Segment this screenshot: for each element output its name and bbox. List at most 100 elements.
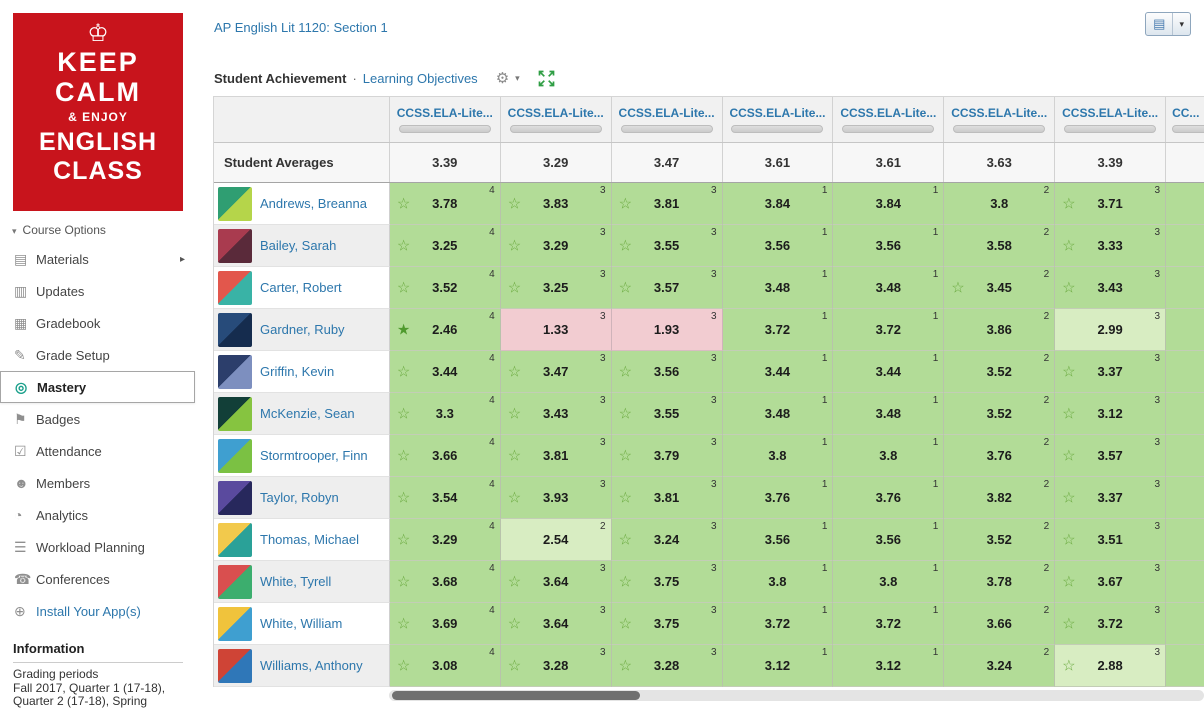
mastery-score-cell[interactable]: ☆3.433 (501, 393, 612, 435)
mastery-score-cell[interactable]: 3.81 (833, 435, 944, 477)
mastery-star-icon[interactable]: ☆ (508, 448, 521, 463)
mastery-score-cell[interactable]: 3.561 (723, 519, 834, 561)
mastery-star-icon[interactable]: ☆ (397, 280, 410, 295)
mastery-score-cell[interactable]: ☆3.294 (390, 519, 501, 561)
mastery-star-icon[interactable]: ☆ (397, 448, 410, 463)
mastery-score-cell[interactable]: ☆3.253 (501, 267, 612, 309)
mastery-score-cell[interactable]: ☆3.563 (612, 351, 723, 393)
mastery-score-cell[interactable] (1166, 435, 1204, 477)
sidebar-item-materials[interactable]: ▤Materials▸ (0, 243, 195, 275)
mastery-score-cell[interactable]: ☆3.793 (612, 435, 723, 477)
column-header-link[interactable]: CCSS.ELA-Lite... (619, 106, 715, 120)
course-options-toggle[interactable]: ▾Course Options (12, 223, 213, 237)
mastery-score-cell[interactable]: 3.481 (723, 393, 834, 435)
mastery-score-cell[interactable]: ☆3.373 (1055, 351, 1166, 393)
mastery-score-cell[interactable] (1166, 309, 1204, 351)
mastery-star-icon[interactable]: ☆ (508, 616, 521, 631)
mastery-star-icon[interactable]: ☆ (397, 616, 410, 631)
mastery-star-icon[interactable]: ☆ (619, 616, 632, 631)
sidebar-item-analytics[interactable]: ◔Analytics (0, 499, 195, 531)
mastery-score-cell[interactable]: 3.721 (723, 309, 834, 351)
sidebar-item-mastery[interactable]: ◎Mastery (0, 371, 195, 403)
mastery-score-cell[interactable]: ☆3.753 (612, 561, 723, 603)
mastery-score-cell[interactable]: ☆3.283 (612, 645, 723, 687)
mastery-score-cell[interactable]: ☆3.333 (1055, 225, 1166, 267)
mastery-score-cell[interactable]: ☆3.283 (501, 645, 612, 687)
gear-icon[interactable]: ⚙ (496, 69, 509, 87)
mastery-score-cell[interactable]: ☆3.694 (390, 603, 501, 645)
mastery-score-cell[interactable] (1166, 267, 1204, 309)
student-name-link[interactable]: Andrews, Breanna (260, 196, 367, 211)
student-name-link[interactable]: Thomas, Michael (260, 532, 359, 547)
mastery-score-cell[interactable]: ☆3.373 (1055, 477, 1166, 519)
sidebar-item-updates[interactable]: ▥Updates (0, 275, 195, 307)
mastery-score-cell[interactable]: ☆3.524 (390, 267, 501, 309)
mastery-score-cell[interactable]: ☆3.813 (612, 183, 723, 225)
mastery-score-cell[interactable]: ☆3.673 (1055, 561, 1166, 603)
mastery-score-cell[interactable]: 2.542 (501, 519, 612, 561)
horizontal-scrollbar[interactable] (389, 690, 1204, 701)
mastery-score-cell[interactable]: 3.82 (944, 183, 1055, 225)
mastery-star-icon[interactable]: ☆ (1062, 574, 1075, 589)
mastery-score-cell[interactable]: 3.762 (944, 435, 1055, 477)
mastery-score-cell[interactable]: 3.121 (723, 645, 834, 687)
mastery-star-icon[interactable]: ☆ (619, 448, 632, 463)
mastery-star-icon[interactable]: ☆ (508, 406, 521, 421)
column-header-link[interactable]: CCSS.ELA-Lite... (840, 106, 936, 120)
mastery-score-cell[interactable]: ☆3.293 (501, 225, 612, 267)
mastery-score-cell[interactable]: ☆2.883 (1055, 645, 1166, 687)
sidebar-item-workload-planning[interactable]: ☰Workload Planning (0, 531, 195, 563)
view-options-button[interactable]: ▤ ▾ (1145, 12, 1191, 36)
mastery-score-cell[interactable]: ★2.464 (390, 309, 501, 351)
mastery-score-cell[interactable]: 3.121 (833, 645, 944, 687)
mastery-star-icon[interactable]: ☆ (951, 280, 964, 295)
mastery-star-icon[interactable]: ☆ (1062, 448, 1075, 463)
mastery-score-cell[interactable]: ☆3.452 (944, 267, 1055, 309)
column-header-link[interactable]: CCSS.ELA-Lite... (508, 106, 604, 120)
mastery-score-cell[interactable]: 3.721 (833, 309, 944, 351)
mastery-star-icon[interactable]: ☆ (508, 364, 521, 379)
mastery-score-cell[interactable] (1166, 351, 1204, 393)
column-header-link[interactable]: CCSS.ELA-Lite... (397, 106, 493, 120)
mastery-score-cell[interactable]: ☆3.643 (501, 561, 612, 603)
mastery-star-icon[interactable]: ★ (397, 322, 410, 337)
mastery-score-cell[interactable]: ☆3.573 (612, 267, 723, 309)
mastery-star-icon[interactable]: ☆ (619, 532, 632, 547)
student-name-link[interactable]: Carter, Robert (260, 280, 342, 295)
mastery-score-cell[interactable]: 3.662 (944, 603, 1055, 645)
mastery-star-icon[interactable]: ☆ (1062, 364, 1075, 379)
mastery-score-cell[interactable]: 3.481 (833, 267, 944, 309)
mastery-star-icon[interactable]: ☆ (397, 406, 410, 421)
mastery-star-icon[interactable]: ☆ (1062, 280, 1075, 295)
mastery-star-icon[interactable]: ☆ (508, 490, 521, 505)
mastery-score-cell[interactable]: ☆3.813 (612, 477, 723, 519)
mastery-star-icon[interactable]: ☆ (397, 196, 410, 211)
mastery-score-cell[interactable]: 3.782 (944, 561, 1055, 603)
mastery-score-cell[interactable] (1166, 477, 1204, 519)
course-title-link[interactable]: AP English Lit 1120: Section 1 (214, 20, 388, 35)
mastery-score-cell[interactable]: ☆3.34 (390, 393, 501, 435)
mastery-star-icon[interactable]: ☆ (619, 280, 632, 295)
mastery-score-cell[interactable]: ☆3.513 (1055, 519, 1166, 561)
mastery-score-cell[interactable]: 3.481 (723, 267, 834, 309)
mastery-score-cell[interactable]: 3.242 (944, 645, 1055, 687)
student-name-link[interactable]: Stormtrooper, Finn (260, 448, 368, 463)
mastery-star-icon[interactable]: ☆ (397, 658, 410, 673)
mastery-score-cell[interactable]: 3.561 (723, 225, 834, 267)
sidebar-item-attendance[interactable]: ☑Attendance (0, 435, 195, 467)
mastery-score-cell[interactable]: 3.481 (833, 393, 944, 435)
mastery-star-icon[interactable]: ☆ (508, 574, 521, 589)
mastery-score-cell[interactable] (1166, 603, 1204, 645)
mastery-score-cell[interactable]: 3.561 (833, 519, 944, 561)
mastery-star-icon[interactable]: ☆ (619, 406, 632, 421)
mastery-score-cell[interactable]: ☆3.243 (612, 519, 723, 561)
sidebar-item-badges[interactable]: ⚑Badges (0, 403, 195, 435)
mastery-score-cell[interactable]: 3.441 (833, 351, 944, 393)
mastery-score-cell[interactable] (1166, 645, 1204, 687)
mastery-score-cell[interactable]: 3.721 (833, 603, 944, 645)
mastery-star-icon[interactable]: ☆ (397, 532, 410, 547)
mastery-score-cell[interactable]: ☆3.084 (390, 645, 501, 687)
mastery-score-cell[interactable]: ☆3.553 (612, 393, 723, 435)
mastery-score-cell[interactable]: 3.841 (833, 183, 944, 225)
mastery-star-icon[interactable]: ☆ (1062, 406, 1075, 421)
